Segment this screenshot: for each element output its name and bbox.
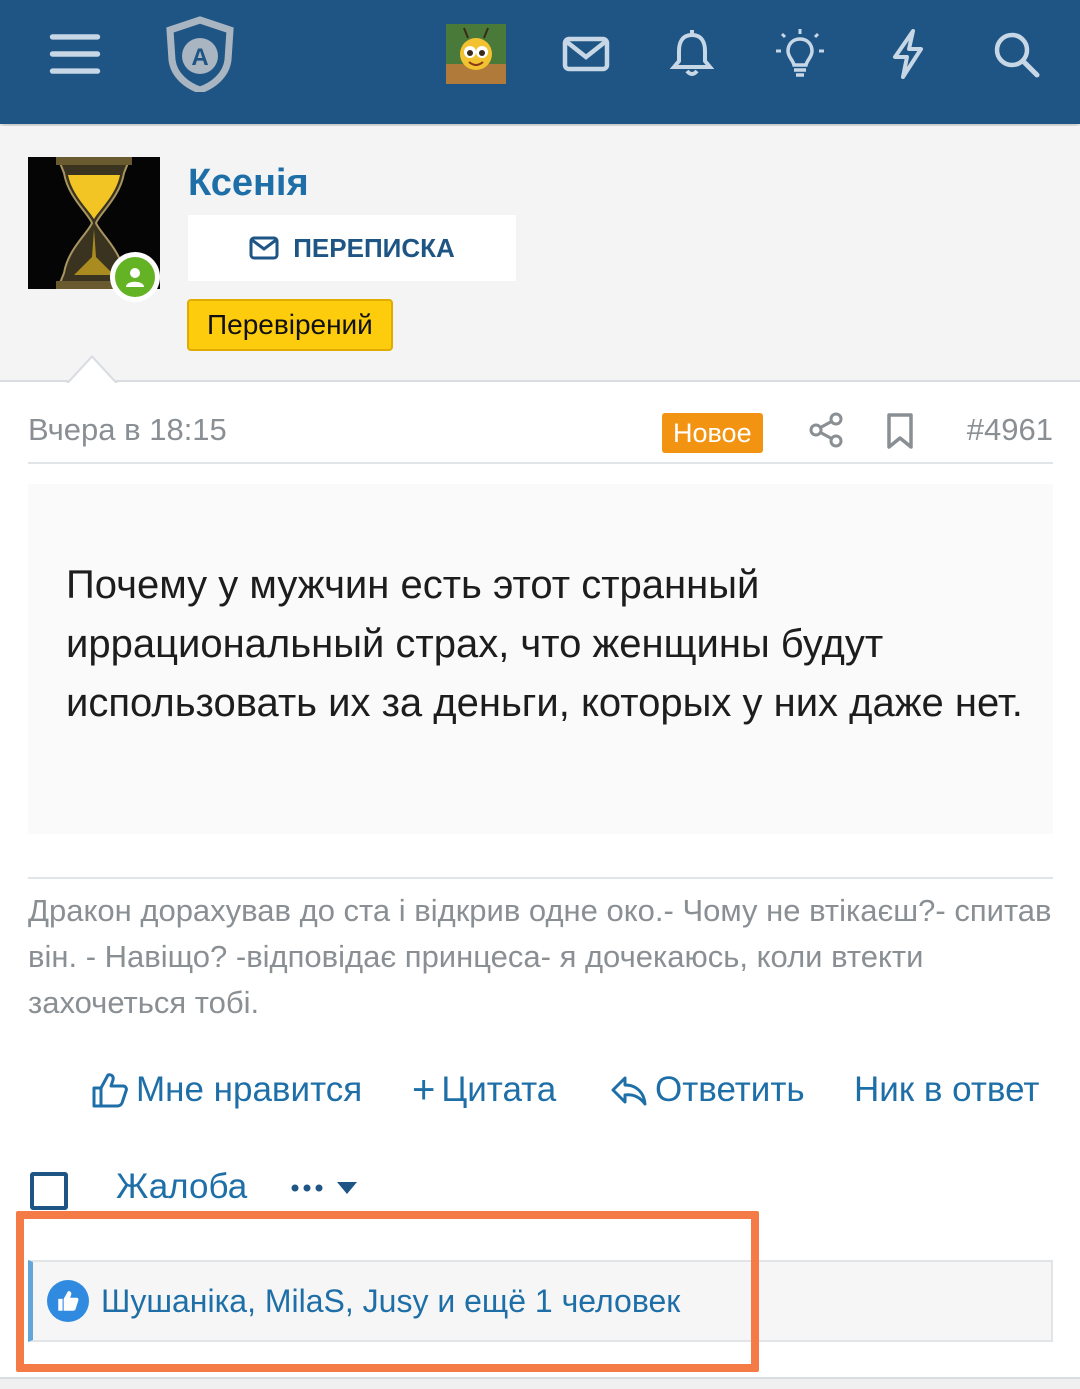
select-post-checkbox[interactable] — [30, 1172, 68, 1210]
share-icon[interactable] — [808, 412, 844, 448]
quote-button[interactable]: + Цитата — [412, 1066, 556, 1114]
reply-button[interactable]: Ответить — [609, 1066, 805, 1114]
like-button[interactable]: Мне нравится — [90, 1066, 362, 1114]
plus-icon: + — [412, 1068, 436, 1112]
private-message-label: ПЕРЕПИСКА — [293, 232, 455, 263]
reply-label: Ответить — [655, 1070, 805, 1109]
post-image-text: Почему у мужчин есть этот странный иррац… — [66, 563, 1023, 725]
mention-label: Ник в ответ — [854, 1070, 1040, 1109]
mail-icon — [249, 236, 279, 260]
user-avatar[interactable] — [446, 24, 506, 84]
reactions-bar[interactable]: Шушаніка, MilaS, Jusy и ещё 1 человек — [28, 1260, 1053, 1342]
quote-label: Цитата — [441, 1070, 557, 1109]
author-signature: Дракон дорахував до ста і відкрив одне о… — [28, 893, 1052, 1020]
svg-text:A: A — [191, 44, 208, 71]
thumbs-up-icon — [92, 1073, 128, 1108]
like-label: Мне нравится — [136, 1070, 363, 1109]
like-reaction-icon — [47, 1280, 89, 1322]
top-navigation-bar: A — [0, 0, 1080, 124]
new-badge: Новое — [662, 413, 763, 453]
mail-icon[interactable] — [554, 22, 618, 86]
post-image[interactable]: Почему у мужчин есть этот странный иррац… — [28, 484, 1053, 834]
private-message-button[interactable]: ПЕРЕПИСКА — [188, 215, 516, 281]
mention-button[interactable]: Ник в ответ — [854, 1066, 1039, 1114]
bell-icon[interactable] — [660, 22, 724, 86]
online-status-indicator — [110, 252, 160, 302]
bottom-strip — [0, 1377, 1080, 1389]
post-meta-bar: Вчера в 18:15 Новое #4961 — [28, 398, 1053, 464]
lightning-icon[interactable] — [876, 22, 940, 86]
ellipsis-icon — [291, 1184, 323, 1192]
search-icon[interactable] — [984, 22, 1048, 86]
post-number[interactable]: #4961 — [967, 412, 1053, 448]
reply-icon — [611, 1076, 647, 1106]
caret-down-icon — [337, 1182, 357, 1194]
author-username[interactable]: Ксенія — [188, 162, 309, 205]
signature-divider — [28, 877, 1053, 879]
lightbulb-icon[interactable] — [768, 22, 832, 86]
report-button[interactable]: Жалоба — [116, 1167, 247, 1207]
bookmark-icon[interactable] — [884, 412, 916, 450]
site-logo-icon[interactable]: A — [162, 16, 238, 92]
reactions-list-link[interactable]: Шушаніка, MilaS, Jusy и ещё 1 человек — [101, 1283, 680, 1320]
more-options-button[interactable] — [290, 1168, 370, 1208]
verified-badge: Перевірений — [187, 299, 393, 351]
post-date[interactable]: Вчера в 18:15 — [28, 412, 227, 448]
author-profile-card: Ксенія ПЕРЕПИСКА Перевірений — [0, 126, 1080, 382]
hamburger-icon[interactable] — [43, 22, 107, 86]
profile-pointer-arrow-fill — [68, 358, 116, 384]
